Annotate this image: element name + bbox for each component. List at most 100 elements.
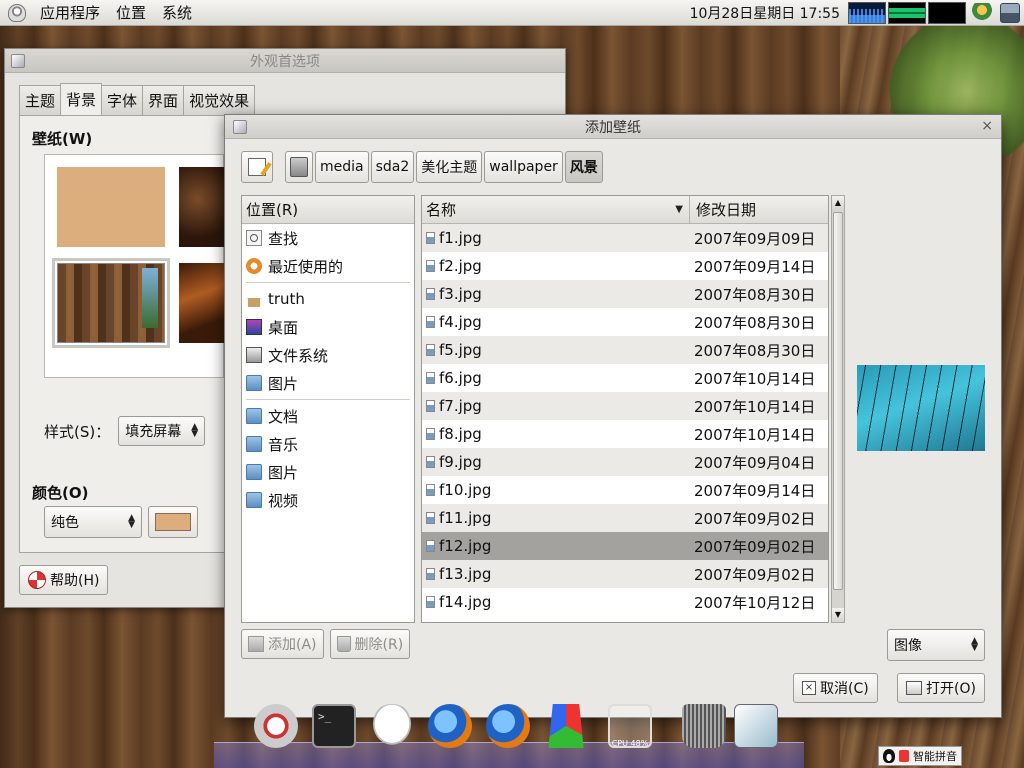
file-row[interactable]: f12.jpg 2007年09月02日 — [422, 532, 828, 560]
file-date: 2007年09月02日 — [694, 565, 816, 584]
remove-place-button[interactable]: 删除(R) — [329, 629, 411, 659]
place-pictures[interactable]: 图片 — [242, 369, 414, 397]
file-row[interactable]: f10.jpg 2007年09月14日 — [422, 476, 828, 504]
net-monitor[interactable] — [928, 2, 966, 24]
cpu-monitor[interactable] — [848, 2, 886, 24]
tab-fonts[interactable]: 字体 — [101, 85, 144, 115]
firefox-icon[interactable] — [428, 704, 472, 748]
user-switch-icon[interactable] — [972, 3, 992, 23]
file-row[interactable]: f4.jpg 2007年08月30日 — [422, 308, 828, 336]
places-header[interactable]: 位置(R) — [242, 196, 414, 224]
path-theme-button[interactable]: 美化主题 — [416, 151, 483, 183]
file-row[interactable]: f13.jpg 2007年09月02日 — [422, 560, 828, 588]
file-row[interactable]: f11.jpg 2007年09月02日 — [422, 504, 828, 532]
path-sda2-button[interactable]: sda2 — [370, 151, 415, 183]
file-row[interactable]: f3.jpg 2007年08月30日 — [422, 280, 828, 308]
cpu-monitor-icon[interactable]: CPU 48% — [608, 704, 652, 748]
place-recent[interactable]: 最近使用的 — [242, 252, 414, 280]
window-icon — [233, 120, 247, 134]
tab-background[interactable]: 背景 — [60, 83, 103, 115]
color-icon[interactable] — [548, 704, 584, 748]
network-icon[interactable] — [1000, 3, 1020, 23]
file-name: f14.jpg — [439, 593, 492, 611]
help-button[interactable]: 帮助(H) — [19, 565, 109, 595]
home-icon — [246, 291, 262, 307]
file-row[interactable]: f14.jpg 2007年10月12日 — [422, 588, 828, 616]
file-name-cell: f7.jpg — [422, 397, 690, 415]
terminal-icon[interactable] — [312, 704, 356, 748]
combo-arrows-icon: ▲ ▼ — [128, 513, 135, 530]
path-media-button[interactable]: media — [315, 151, 369, 183]
place-videos[interactable]: 视频 — [242, 486, 414, 514]
image-file-icon — [426, 540, 435, 552]
menu-places[interactable]: 位置 — [108, 2, 154, 23]
place-search[interactable]: 查找 — [242, 224, 414, 252]
place-filesystem[interactable]: 文件系统 — [242, 341, 414, 369]
file-filter-combo[interactable]: 图像 ▲ ▼ — [887, 629, 985, 661]
add-place-button[interactable]: 添加(A) — [241, 629, 324, 659]
file-date: 2007年09月02日 — [694, 537, 816, 556]
color-label: 颜色(O) — [32, 484, 89, 502]
file-row[interactable]: f8.jpg 2007年10月14日 — [422, 420, 828, 448]
file-row[interactable]: f9.jpg 2007年09月04日 — [422, 448, 828, 476]
scroll-up-icon[interactable]: ▲ — [832, 196, 844, 210]
memory-monitor[interactable] — [888, 2, 926, 24]
tab-interface[interactable]: 界面 — [142, 85, 185, 115]
file-name-cell: f1.jpg — [422, 229, 690, 247]
color-mode-value: 纯色 — [51, 515, 79, 531]
window-switcher-icon[interactable] — [734, 704, 778, 748]
color-swatch — [155, 513, 191, 531]
wallpaper-grid — [44, 154, 225, 378]
wallpaper-thumb-swirl[interactable] — [179, 263, 225, 343]
file-date: 2007年09月04日 — [694, 453, 816, 472]
location-edit-button[interactable] — [241, 151, 273, 183]
open-button[interactable]: 打开(O) — [897, 673, 985, 703]
place-documents[interactable]: 文档 — [242, 402, 414, 430]
place-label: 查找 — [268, 229, 299, 248]
column-name[interactable]: 名称 ▼ — [422, 196, 690, 223]
combo-arrows-icon: ▲ ▼ — [191, 422, 199, 439]
menu-system[interactable]: 系统 — [154, 2, 200, 23]
file-row[interactable]: f2.jpg 2007年09月14日 — [422, 252, 828, 280]
path-scenery-button[interactable]: 风景 — [564, 151, 603, 183]
dialog-titlebar[interactable]: 添加壁纸 × — [225, 115, 1001, 139]
place-desktop[interactable]: 桌面 — [242, 313, 414, 341]
file-list-scrollbar[interactable]: ▲ ▼ — [831, 195, 845, 623]
panel-clock[interactable]: 10月28日星期日 17:55 — [690, 3, 840, 23]
trash-icon[interactable] — [682, 704, 726, 748]
firefox-icon[interactable] — [486, 704, 530, 748]
column-modified[interactable]: 修改日期 — [690, 196, 828, 223]
image-file-icon — [426, 568, 435, 580]
file-row[interactable]: f6.jpg 2007年10月14日 — [422, 364, 828, 392]
tab-theme[interactable]: 主题 — [19, 85, 62, 115]
places-divider — [246, 399, 410, 400]
cancel-button[interactable]: × 取消(C) — [793, 673, 878, 703]
path-wallpaper-button[interactable]: wallpaper — [484, 151, 563, 183]
scroll-down-icon[interactable]: ▼ — [832, 608, 844, 622]
color-picker-button[interactable] — [148, 506, 198, 538]
tab-visual-effects[interactable]: 视觉效果 — [183, 85, 256, 115]
file-row[interactable]: f7.jpg 2007年10月14日 — [422, 392, 828, 420]
safari-icon[interactable] — [254, 704, 298, 748]
place-pictures-2[interactable]: 图片 — [242, 458, 414, 486]
place-music[interactable]: 音乐 — [242, 430, 414, 458]
input-method-indicator[interactable]: 智能拼音 — [878, 746, 962, 766]
chat-icon[interactable] — [370, 704, 414, 748]
scrollbar-thumb[interactable] — [833, 212, 843, 590]
place-home[interactable]: truth — [242, 285, 414, 313]
wallpaper-thumb-wood-selected[interactable] — [52, 258, 170, 348]
style-combo[interactable]: 填充屏幕 ▲ ▼ — [118, 416, 206, 446]
image-file-icon — [426, 316, 435, 328]
gnome-foot-icon[interactable] — [8, 3, 26, 22]
file-name-cell: f5.jpg — [422, 341, 690, 359]
file-row[interactable]: f1.jpg 2007年09月09日 — [422, 224, 828, 252]
color-mode-combo[interactable]: 纯色 ▲ ▼ — [44, 506, 142, 538]
appearance-titlebar[interactable]: 外观首选项 — [5, 49, 565, 73]
wallpaper-thumb-tan[interactable] — [57, 167, 165, 247]
menu-applications[interactable]: 应用程序 — [32, 2, 108, 23]
close-icon[interactable]: × — [981, 118, 993, 134]
path-root-button[interactable] — [285, 151, 313, 183]
wallpaper-thumb-dark[interactable] — [179, 167, 225, 247]
file-row[interactable]: f5.jpg 2007年08月30日 — [422, 336, 828, 364]
place-label: 文档 — [268, 407, 299, 426]
